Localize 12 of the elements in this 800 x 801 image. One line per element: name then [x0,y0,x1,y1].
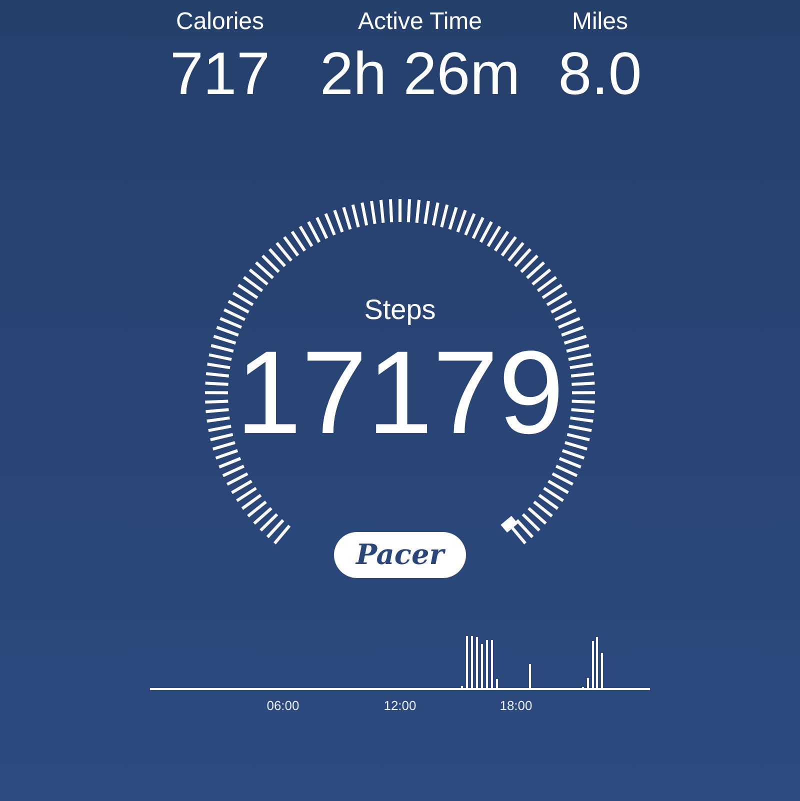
stat-label: Active Time [358,10,482,34]
stat-value: 8.0 [558,44,642,104]
stat-value: 2h 26m [320,44,520,104]
stat-value: 717 [170,44,270,104]
time-label: 18:00 [498,697,534,715]
stat-label: Miles [572,10,628,34]
logo-badge: Pacer [334,532,466,578]
steps-count: 17179 [236,334,564,452]
time-label: 06:00 [266,697,300,715]
stat-label: Calories [176,10,264,34]
steps-label: Steps [364,296,436,324]
time-label: 12:00 [382,697,418,715]
